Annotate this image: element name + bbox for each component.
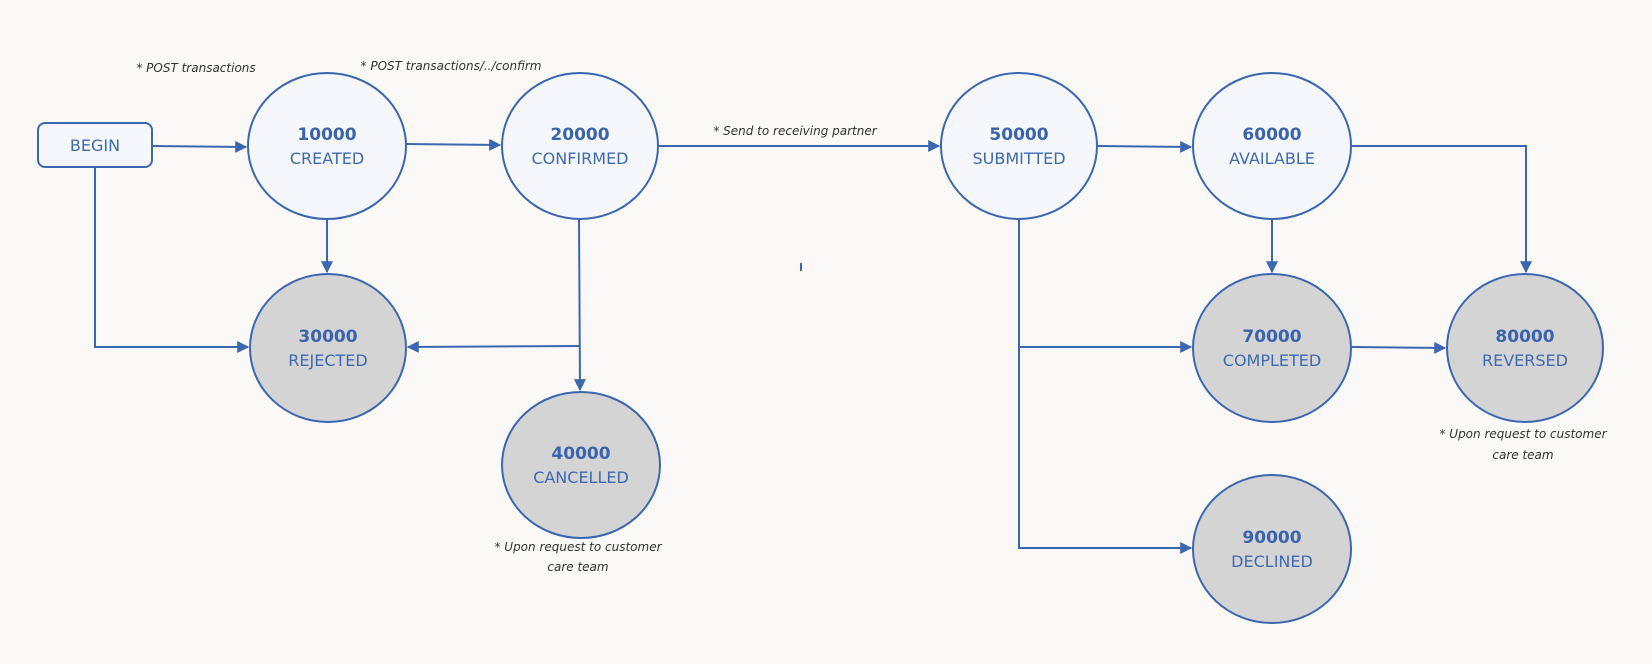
edge-submitted-available bbox=[1097, 140, 1193, 153]
edge-confirmed-rejected bbox=[406, 340, 580, 353]
edge-available-reversed bbox=[1351, 145, 1532, 274]
state-label: REJECTED bbox=[288, 351, 367, 370]
state-code: 20000 bbox=[550, 125, 609, 145]
state-declined[interactable]: 90000 DECLINED bbox=[1192, 474, 1352, 624]
edge-confirmed-cancelled bbox=[573, 218, 586, 392]
state-available[interactable]: 60000 AVAILABLE bbox=[1192, 72, 1352, 220]
note-cancelled-line1: * Upon request to customer bbox=[494, 540, 662, 554]
state-label: REVERSED bbox=[1482, 351, 1568, 370]
state-created[interactable]: 10000 CREATED bbox=[247, 72, 407, 220]
state-code: 70000 bbox=[1242, 327, 1301, 347]
note-send-partner: * Send to receiving partner bbox=[713, 124, 877, 138]
state-label: CREATED bbox=[290, 149, 364, 168]
state-label: CONFIRMED bbox=[531, 149, 628, 168]
edge-submitted-declined bbox=[1018, 347, 1193, 554]
state-code: 50000 bbox=[989, 125, 1048, 145]
state-label: SUBMITTED bbox=[972, 149, 1065, 168]
note-post-confirm: * POST transactions/../confirm bbox=[361, 59, 542, 73]
state-submitted[interactable]: 50000 SUBMITTED bbox=[940, 72, 1098, 220]
state-label: CANCELLED bbox=[533, 468, 629, 487]
edge-begin-rejected bbox=[94, 167, 250, 353]
state-confirmed[interactable]: 20000 CONFIRMED bbox=[501, 72, 659, 220]
state-code: 30000 bbox=[298, 327, 357, 347]
state-label: DECLINED bbox=[1231, 552, 1313, 571]
state-reversed[interactable]: 80000 REVERSED bbox=[1446, 273, 1604, 423]
state-code: 60000 bbox=[1242, 125, 1301, 145]
state-diagram: BEGIN 10000 CREATED 20000 CONFIRMED 3000… bbox=[37, 59, 1608, 624]
state-cancelled[interactable]: 40000 CANCELLED bbox=[501, 391, 661, 539]
state-rejected[interactable]: 30000 REJECTED bbox=[249, 273, 407, 423]
edge-completed-reversed bbox=[1350, 341, 1447, 354]
begin-label: BEGIN bbox=[70, 136, 120, 155]
state-label: COMPLETED bbox=[1223, 351, 1321, 370]
edge-created-confirmed bbox=[405, 138, 502, 151]
note-post-transactions: * POST transactions bbox=[136, 61, 255, 75]
note-reversed-line1: * Upon request to customer bbox=[1439, 427, 1607, 441]
state-code: 80000 bbox=[1495, 327, 1554, 347]
note-cancelled-line2: care team bbox=[547, 560, 608, 574]
edge-begin-created bbox=[151, 140, 248, 153]
state-code: 10000 bbox=[297, 125, 356, 145]
edge-submitted-completed bbox=[1018, 219, 1193, 353]
begin-node[interactable]: BEGIN bbox=[37, 122, 153, 168]
note-reversed-line2: care team bbox=[1492, 448, 1553, 462]
state-code: 90000 bbox=[1242, 528, 1301, 548]
state-label: AVAILABLE bbox=[1229, 149, 1315, 168]
state-code: 40000 bbox=[551, 444, 610, 464]
state-completed[interactable]: 70000 COMPLETED bbox=[1192, 273, 1352, 423]
